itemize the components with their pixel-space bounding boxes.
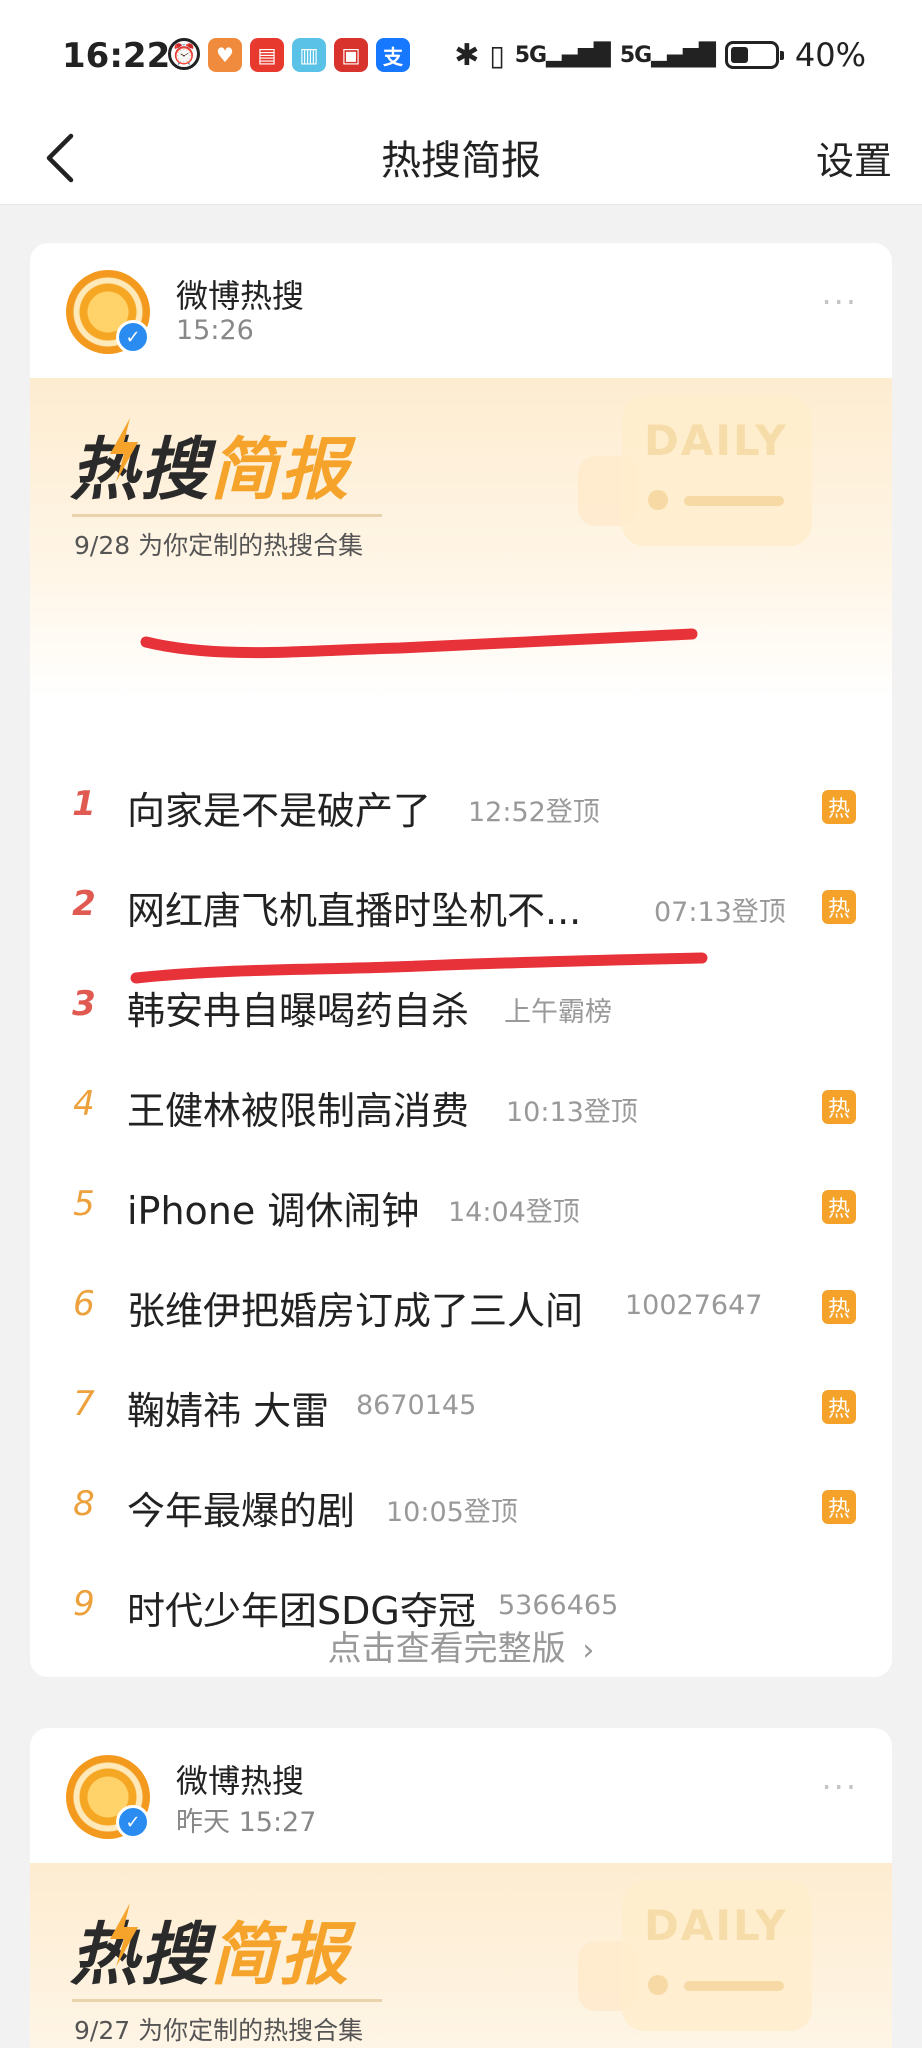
hot-search-title: 张维伊把婚房订成了三人间 <box>127 1289 584 1333</box>
battery-percent: 40% <box>794 36 866 74</box>
status-time: 16:22 <box>62 36 171 76</box>
daily-bar <box>684 1981 784 1991</box>
hot-search-title: 王健林被限制高消费 <box>127 1089 470 1133</box>
briefing-banner: DAILY 热搜简报 9/28 为你定制的热搜合集 1 向家是不是破产了 12:52… <box>30 378 892 1677</box>
daily-decoration: DAILY <box>622 1881 812 2031</box>
card-header: ✓ 微博热搜 15:26 ··· <box>30 243 892 378</box>
hot-search-meta: 8670145 <box>356 1390 477 1421</box>
hot-badge-icon: 热 <box>822 790 856 824</box>
alarm-icon: ⏰ <box>168 38 200 70</box>
nav-bar: 热搜简报 设置 <box>0 110 922 205</box>
hot-search-meta: 12:52登顶 <box>468 797 600 828</box>
health-app-icon: ♥ <box>208 38 242 72</box>
rank-number: 5 <box>73 1184 95 1224</box>
banner-subtitle: 9/27 为你定制的热搜合集 <box>74 2016 364 2045</box>
banner-divider <box>72 514 382 517</box>
daily-dot <box>648 1975 668 1995</box>
rank-number: 7 <box>73 1384 95 1424</box>
battery-fill <box>730 47 748 63</box>
daily-label: DAILY <box>644 1901 788 1950</box>
hot-search-item[interactable]: 6 张维伊把婚房订成了三人间 10027647 热 <box>30 1258 892 1358</box>
hot-search-title: 向家是不是破产了 <box>127 789 432 833</box>
rank-number: 4 <box>73 1084 95 1124</box>
hot-badge-icon: 热 <box>822 1090 856 1124</box>
rank-number: 9 <box>73 1584 95 1624</box>
daily-bar <box>684 496 784 506</box>
status-indicators: ✱ ▯ 5G▂▄▆█ 5G▂▄▆█ 40% <box>454 36 866 74</box>
rank-number: 8 <box>73 1484 95 1524</box>
hot-badge-icon: 热 <box>822 1490 856 1524</box>
signal-icon-2: 5G▂▄▆█ <box>619 42 716 68</box>
hot-search-meta: 上午霸榜 <box>504 997 612 1028</box>
view-full-label: 点击查看完整版 <box>327 1629 566 1669</box>
briefing-card[interactable]: ✓ 微博热搜 15:26 ··· DAILY 热搜简报 9/28 为你定制的热搜… <box>30 243 892 1677</box>
post-time: 昨天 15:27 <box>176 1807 317 1838</box>
bluetooth-icon: ✱ <box>454 37 480 73</box>
hot-search-item[interactable]: 1 向家是不是破产了 12:52登顶 热 <box>30 758 892 858</box>
chevron-right-icon: › <box>582 1633 595 1668</box>
lightning-icon <box>110 418 138 482</box>
banner-divider <box>72 1999 382 2002</box>
hot-search-meta: 5366465 <box>498 1590 619 1621</box>
account-name[interactable]: 微博热搜 <box>176 271 304 317</box>
hot-search-title: 今年最爆的剧 <box>127 1489 356 1533</box>
settings-button[interactable]: 设置 <box>816 130 892 185</box>
status-bar: 16:22 ⏰ ♥ ▤ ▥ ▣ 支 ✱ ▯ 5G▂▄▆█ 5G▂▄▆█ 40% <box>0 0 922 110</box>
hot-search-title: 鞠婧祎 大雷 <box>127 1389 330 1433</box>
account-name[interactable]: 微博热搜 <box>176 1756 304 1802</box>
hot-search-item[interactable]: 3 韩安冉自曝喝药自杀 上午霸榜 <box>30 958 892 1058</box>
briefing-banner: DAILY 热搜简报 9/27 为你定制的热搜合集 <box>30 1863 892 2048</box>
daily-label: DAILY <box>644 416 788 465</box>
hot-search-item[interactable]: 5 iPhone 调休闹钟 14:04登顶 热 <box>30 1158 892 1258</box>
more-options-icon[interactable]: ··· <box>821 283 858 321</box>
hot-search-item[interactable]: 7 鞠婧祎 大雷 8670145 热 <box>30 1358 892 1458</box>
hot-badge-icon: 热 <box>822 890 856 924</box>
page-title: 热搜简报 <box>381 138 541 184</box>
signal-icon-1: 5G▂▄▆█ <box>514 42 611 68</box>
hot-search-meta: 10:13登顶 <box>506 1097 638 1128</box>
banner-subtitle: 9/28 为你定制的热搜合集 <box>74 531 364 560</box>
battery-icon <box>724 41 784 69</box>
more-options-icon[interactable]: ··· <box>821 1768 858 1806</box>
view-full-link[interactable]: 点击查看完整版 › <box>30 1621 892 1670</box>
hot-badge-icon: 热 <box>822 1190 856 1224</box>
hot-search-item[interactable]: 8 今年最爆的剧 10:05登顶 热 <box>30 1458 892 1558</box>
hot-search-meta: 14:04登顶 <box>448 1197 580 1228</box>
book-app-icon: ▥ <box>292 38 326 72</box>
briefing-card[interactable]: ✓ 微博热搜 昨天 15:27 ··· DAILY 热搜简报 9/27 为你定制… <box>30 1728 892 2048</box>
signal-label-2: 5G <box>619 42 652 68</box>
hot-badge-icon: 热 <box>822 1290 856 1324</box>
rank-number: 1 <box>72 784 96 824</box>
vibrate-icon: ▯ <box>489 38 505 72</box>
hot-search-meta: 10:05登顶 <box>386 1497 518 1528</box>
hot-search-title: iPhone 调休闹钟 <box>127 1189 420 1233</box>
daily-decoration: DAILY <box>622 396 812 546</box>
hot-search-item[interactable]: 2 网红唐飞机直播时坠机不... 07:13登顶 热 <box>30 858 892 958</box>
rank-number: 6 <box>73 1284 95 1324</box>
lightning-icon <box>110 1903 138 1967</box>
card-header: ✓ 微博热搜 昨天 15:27 ··· <box>30 1728 892 1863</box>
hot-search-title: 韩安冉自曝喝药自杀 <box>127 989 470 1033</box>
rank-number: 2 <box>72 884 96 924</box>
hot-badge-icon: 热 <box>822 1390 856 1424</box>
banner-title-part-2: 简报 <box>210 431 351 510</box>
hot-search-meta: 10027647 <box>625 1290 763 1321</box>
post-time: 15:26 <box>176 315 254 346</box>
verified-badge-icon: ✓ <box>116 320 150 354</box>
banner-title-part-2: 简报 <box>210 1916 351 1995</box>
hot-search-item[interactable]: 4 王健林被限制高消费 10:13登顶 热 <box>30 1058 892 1158</box>
daily-dot <box>648 490 668 510</box>
signal-label-1: 5G <box>514 42 547 68</box>
hot-search-meta: 07:13登顶 <box>654 897 786 928</box>
verified-badge-icon: ✓ <box>116 1805 150 1839</box>
status-app-icons: ⏰ ♥ ▤ ▥ ▣ 支 <box>168 38 410 72</box>
rank-number: 3 <box>72 984 96 1024</box>
news-app-icon: ▤ <box>250 38 284 72</box>
shopping-app-icon: ▣ <box>334 38 368 72</box>
alipay-app-icon: 支 <box>376 38 410 72</box>
hot-search-title: 网红唐飞机直播时坠机不... <box>127 889 582 933</box>
